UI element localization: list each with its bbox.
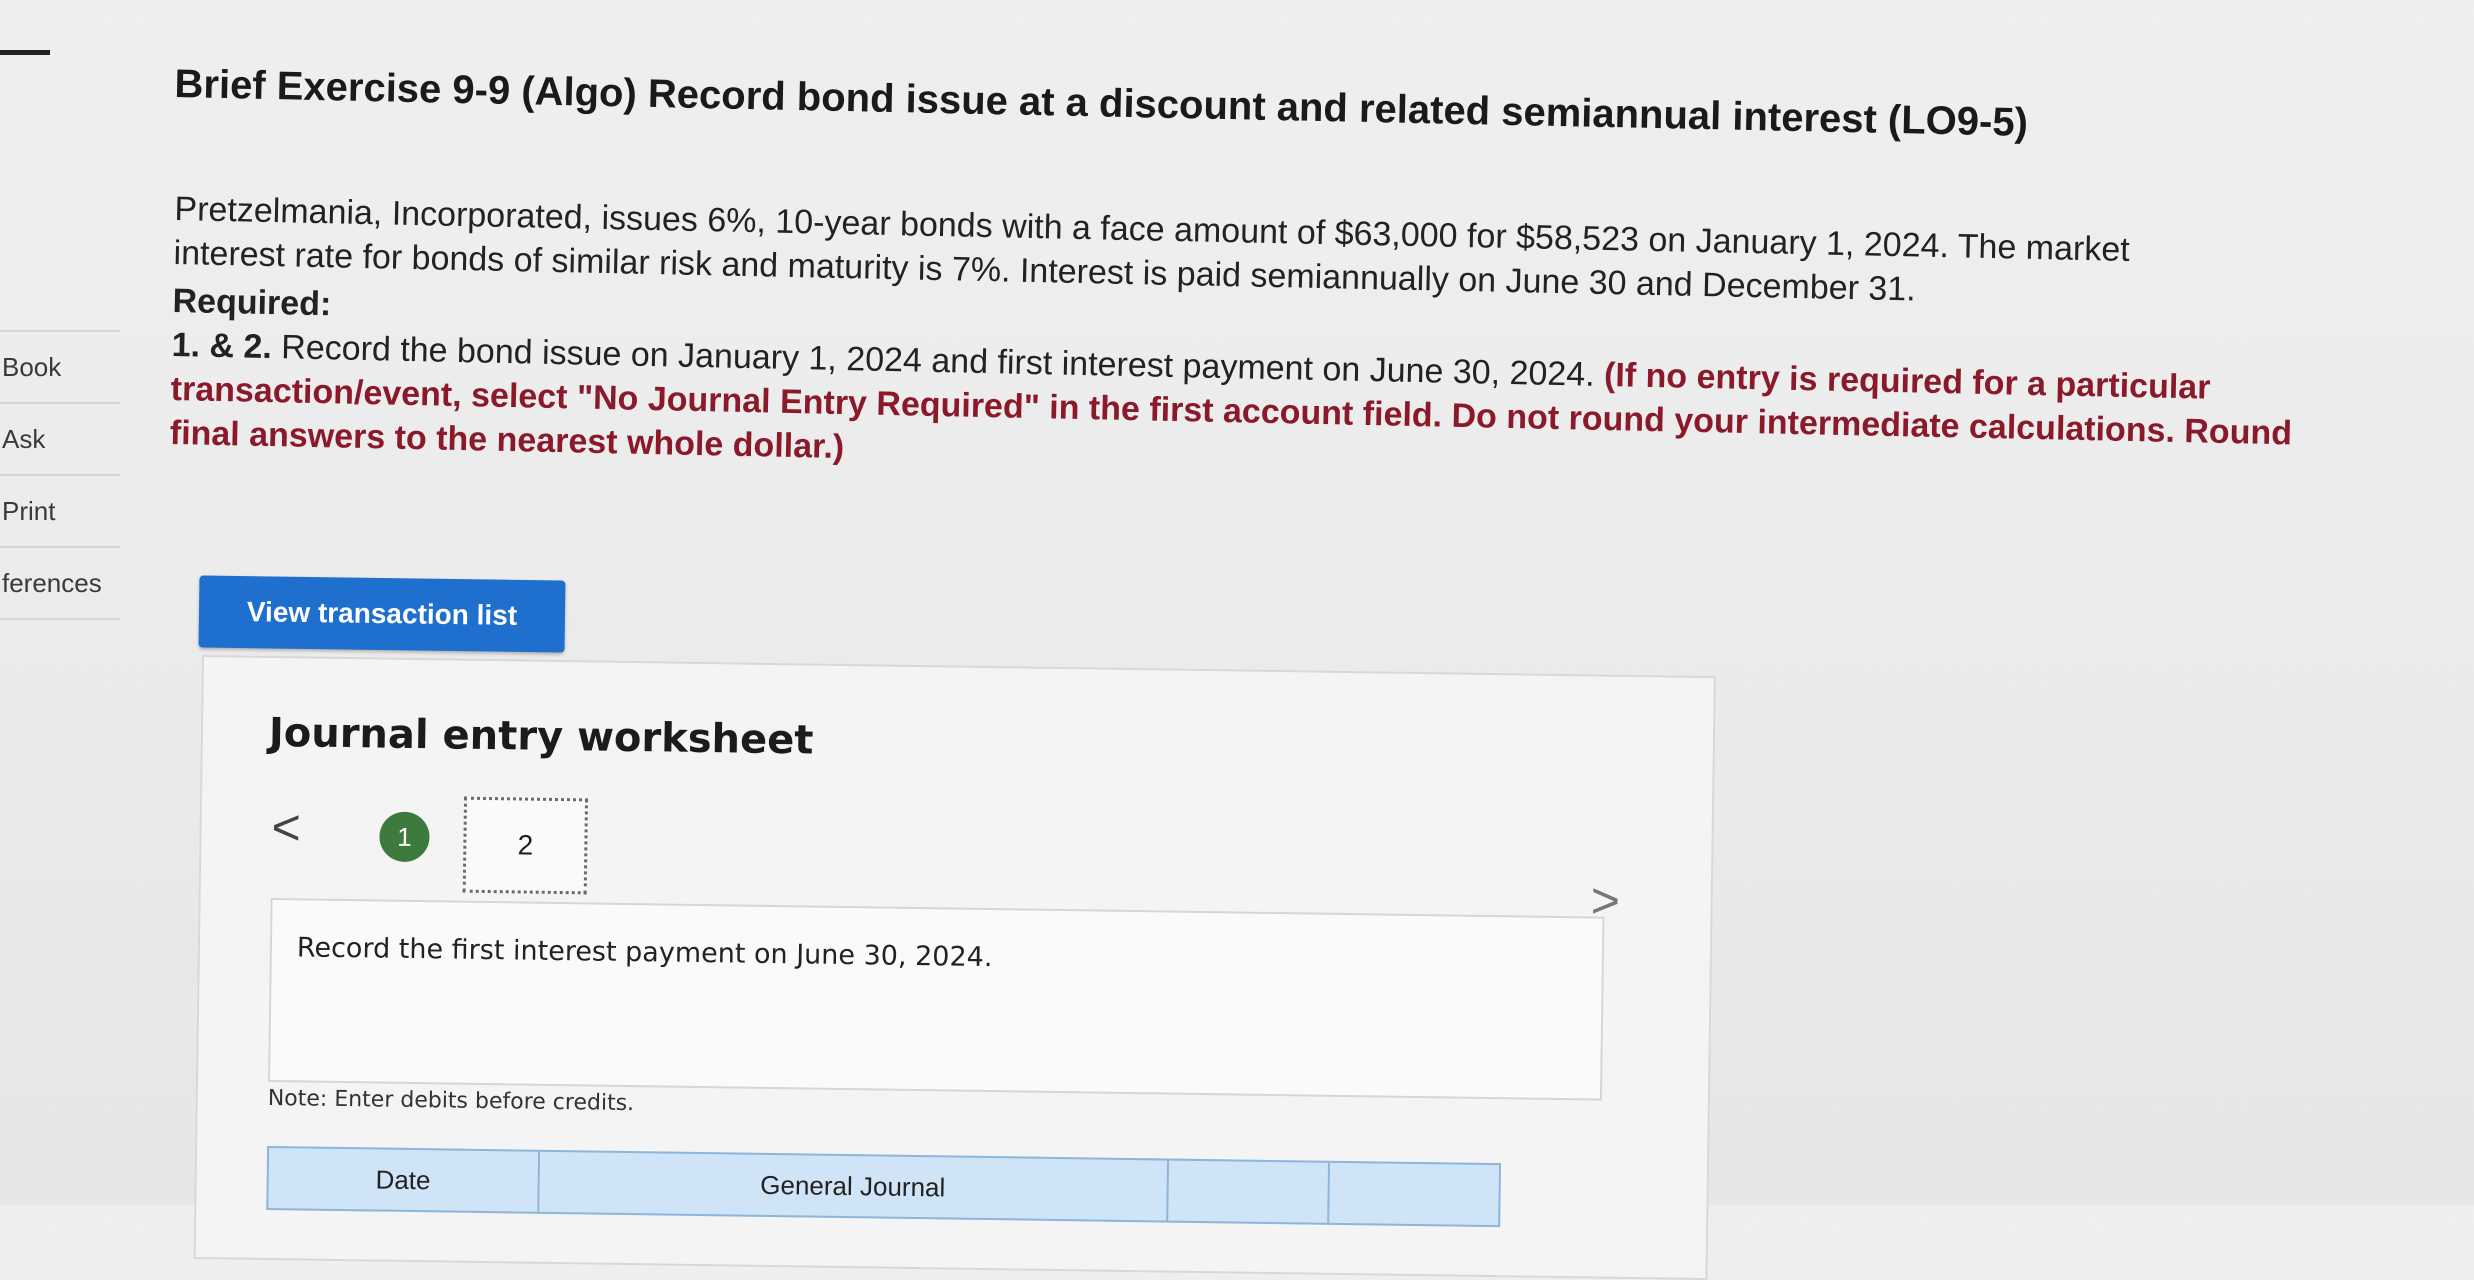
view-transaction-list-button[interactable]: View transaction list <box>198 575 566 653</box>
exercise-content: Brief Exercise 9-9 (Algo) Record bond is… <box>169 62 2375 466</box>
corner-decoration <box>0 0 50 55</box>
column-header-credit <box>1329 1163 1499 1225</box>
journal-table-header: Date General Journal <box>266 1145 1502 1228</box>
instruction-box: Record the first interest payment on Jun… <box>268 897 1605 1101</box>
step-1-button[interactable]: 1 <box>379 811 430 863</box>
sidebar-item-print[interactable]: Print <box>0 474 120 546</box>
sidebar: Book Ask Print ferences <box>0 330 120 620</box>
step-2-button[interactable]: 2 <box>462 796 589 895</box>
required-number: 1. & 2. <box>171 325 273 367</box>
problem-statement: Pretzelmania, Incorporated, issues 6%, 1… <box>169 187 2374 501</box>
column-header-general-journal: General Journal <box>538 1151 1169 1221</box>
note-text: Note: Enter debits before credits. <box>267 1085 635 1117</box>
sidebar-item-book[interactable]: Book <box>0 330 120 402</box>
page-title: Brief Exercise 9-9 (Algo) Record bond is… <box>174 62 2029 145</box>
worksheet-title: Journal entry worksheet <box>268 709 814 764</box>
sidebar-item-references[interactable]: ferences <box>0 546 120 620</box>
instruction-text: Record the first interest payment on Jun… <box>296 932 993 974</box>
chevron-left-icon[interactable]: < <box>271 798 301 856</box>
sidebar-item-ask[interactable]: Ask <box>0 402 120 474</box>
column-header-debit <box>1167 1160 1330 1223</box>
journal-entry-worksheet: Journal entry worksheet < 1 2 > Record t… <box>193 655 1716 1280</box>
column-header-date: Date <box>268 1147 540 1212</box>
